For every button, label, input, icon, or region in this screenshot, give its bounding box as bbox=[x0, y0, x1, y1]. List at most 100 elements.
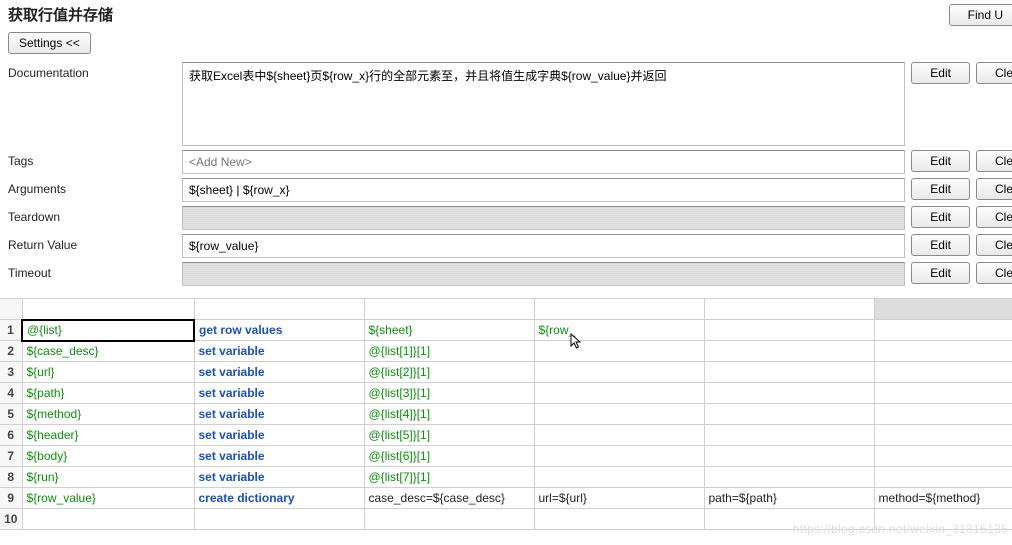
grid-cell[interactable]: @{list[2]}[1] bbox=[364, 362, 534, 383]
arguments-field[interactable] bbox=[182, 178, 905, 202]
grid-cell[interactable]: method=${method} bbox=[874, 488, 1012, 509]
row-number: 4 bbox=[0, 383, 22, 404]
grid-cell[interactable]: @{list[1]}[1] bbox=[364, 341, 534, 362]
grid-cell[interactable]: @{list[3]}[1] bbox=[364, 383, 534, 404]
grid-cell[interactable] bbox=[534, 341, 704, 362]
documentation-clear-button[interactable]: Cle bbox=[976, 62, 1012, 84]
teardown-edit-button[interactable]: Edit bbox=[911, 206, 970, 228]
grid-cell[interactable] bbox=[704, 320, 874, 341]
grid-cell[interactable]: ${sheet} bbox=[364, 320, 534, 341]
grid-header-c5[interactable] bbox=[704, 299, 874, 320]
row-number: 8 bbox=[0, 467, 22, 488]
grid-cell[interactable] bbox=[874, 446, 1012, 467]
grid-cell[interactable] bbox=[534, 362, 704, 383]
grid-header-c2[interactable] bbox=[194, 299, 364, 320]
grid-cell[interactable] bbox=[534, 383, 704, 404]
grid-cell[interactable] bbox=[874, 320, 1012, 341]
watermark: https://blog.csdn.net/weixin_31315135 bbox=[793, 522, 1008, 536]
grid-cell[interactable]: ${url} bbox=[22, 362, 194, 383]
teardown-field[interactable] bbox=[182, 206, 905, 230]
settings-toggle-button[interactable]: Settings << bbox=[8, 32, 91, 54]
grid-cell[interactable] bbox=[704, 362, 874, 383]
grid-cell[interactable] bbox=[704, 404, 874, 425]
grid-cell[interactable] bbox=[704, 446, 874, 467]
teardown-clear-button[interactable]: Cle bbox=[976, 206, 1012, 228]
grid-cell[interactable] bbox=[874, 425, 1012, 446]
grid-header-c4[interactable] bbox=[534, 299, 704, 320]
grid-cell[interactable] bbox=[22, 509, 194, 530]
grid-cell[interactable]: set variable bbox=[194, 383, 364, 404]
grid-cell[interactable]: set variable bbox=[194, 425, 364, 446]
return-value-field[interactable] bbox=[182, 234, 905, 258]
grid-cell[interactable]: path=${path} bbox=[704, 488, 874, 509]
table-row[interactable]: 8${run}set variable@{list[7]}[1] bbox=[0, 467, 1012, 488]
grid-cell[interactable] bbox=[194, 509, 364, 530]
grid-cell[interactable] bbox=[874, 383, 1012, 404]
grid-cell[interactable] bbox=[874, 467, 1012, 488]
documentation-edit-button[interactable]: Edit bbox=[911, 62, 970, 84]
return-value-edit-button[interactable]: Edit bbox=[911, 234, 970, 256]
table-row[interactable]: 9${row_value}create dictionarycase_desc=… bbox=[0, 488, 1012, 509]
grid-cell[interactable] bbox=[534, 509, 704, 530]
grid-cell[interactable]: set variable bbox=[194, 404, 364, 425]
grid-cell[interactable] bbox=[704, 425, 874, 446]
grid-cell[interactable]: ${body} bbox=[22, 446, 194, 467]
grid-header-c6[interactable] bbox=[874, 299, 1012, 320]
tags-field[interactable] bbox=[182, 150, 905, 174]
grid-cell[interactable]: set variable bbox=[194, 362, 364, 383]
return-value-clear-button[interactable]: Cle bbox=[976, 234, 1012, 256]
grid-cell[interactable]: @{list[4]}[1] bbox=[364, 404, 534, 425]
page-title: 获取行值并存储 bbox=[8, 4, 113, 25]
grid-cell[interactable] bbox=[534, 425, 704, 446]
table-row[interactable]: 1@{list}get row values${sheet}${row_ bbox=[0, 320, 1012, 341]
find-usages-button[interactable]: Find U bbox=[949, 4, 1012, 26]
grid-cell[interactable]: url=${url} bbox=[534, 488, 704, 509]
timeout-edit-button[interactable]: Edit bbox=[911, 262, 970, 284]
grid-cell[interactable] bbox=[704, 341, 874, 362]
grid-cell[interactable] bbox=[704, 467, 874, 488]
row-number: 5 bbox=[0, 404, 22, 425]
grid-cell[interactable] bbox=[874, 362, 1012, 383]
table-row[interactable]: 2${case_desc}set variable@{list[1]}[1] bbox=[0, 341, 1012, 362]
documentation-field[interactable]: 获取Excel表中${sheet}页${row_x}行的全部元素至，并且将值生成… bbox=[182, 62, 905, 146]
grid-cell[interactable]: ${method} bbox=[22, 404, 194, 425]
grid-cell[interactable]: set variable bbox=[194, 446, 364, 467]
grid-cell[interactable] bbox=[874, 404, 1012, 425]
arguments-clear-button[interactable]: Cle bbox=[976, 178, 1012, 200]
grid-cell[interactable]: @{list[6]}[1] bbox=[364, 446, 534, 467]
table-row[interactable]: 4${path}set variable@{list[3]}[1] bbox=[0, 383, 1012, 404]
table-row[interactable]: 5${method}set variable@{list[4]}[1] bbox=[0, 404, 1012, 425]
grid-cell[interactable]: set variable bbox=[194, 467, 364, 488]
mouse-cursor-icon bbox=[570, 333, 584, 351]
grid-cell[interactable] bbox=[534, 446, 704, 467]
grid-cell[interactable] bbox=[534, 404, 704, 425]
grid-cell[interactable]: @{list[5]}[1] bbox=[364, 425, 534, 446]
grid-cell[interactable]: ${case_desc} bbox=[22, 341, 194, 362]
grid-cell[interactable]: @{list[7]}[1] bbox=[364, 467, 534, 488]
timeout-clear-button[interactable]: Cle bbox=[976, 262, 1012, 284]
grid-cell[interactable]: ${header} bbox=[22, 425, 194, 446]
grid-cell[interactable] bbox=[534, 467, 704, 488]
table-row[interactable]: 6${header}set variable@{list[5]}[1] bbox=[0, 425, 1012, 446]
grid-cell[interactable]: ${row_value} bbox=[22, 488, 194, 509]
grid-header-c3[interactable] bbox=[364, 299, 534, 320]
grid-header-c1[interactable] bbox=[22, 299, 194, 320]
grid-cell[interactable] bbox=[874, 341, 1012, 362]
grid-cell[interactable]: set variable bbox=[194, 341, 364, 362]
grid-cell[interactable]: ${run} bbox=[22, 467, 194, 488]
grid-cell[interactable]: @{list} bbox=[22, 320, 194, 341]
grid-cell[interactable] bbox=[364, 509, 534, 530]
grid-cell[interactable]: ${path} bbox=[22, 383, 194, 404]
grid-cell[interactable]: create dictionary bbox=[194, 488, 364, 509]
grid-cell[interactable]: ${row_ bbox=[534, 320, 704, 341]
tags-edit-button[interactable]: Edit bbox=[911, 150, 970, 172]
tags-clear-button[interactable]: Cle bbox=[976, 150, 1012, 172]
table-row[interactable]: 3${url}set variable@{list[2]}[1] bbox=[0, 362, 1012, 383]
grid-cell[interactable]: get row values bbox=[194, 320, 364, 341]
arguments-edit-button[interactable]: Edit bbox=[911, 178, 970, 200]
grid-cell[interactable]: case_desc=${case_desc} bbox=[364, 488, 534, 509]
keyword-grid[interactable]: 1@{list}get row values${sheet}${row_2${c… bbox=[0, 298, 1012, 530]
grid-cell[interactable] bbox=[704, 383, 874, 404]
timeout-field[interactable] bbox=[182, 262, 905, 286]
table-row[interactable]: 7${body}set variable@{list[6]}[1] bbox=[0, 446, 1012, 467]
